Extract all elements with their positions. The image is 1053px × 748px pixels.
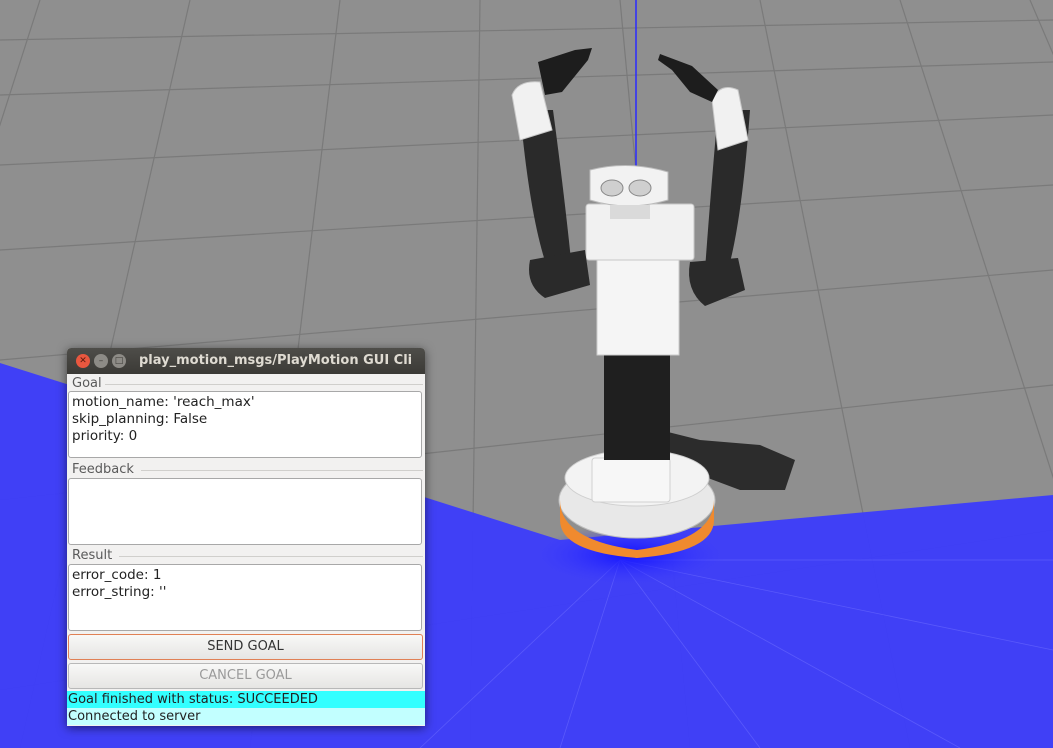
cancel-goal-button[interactable]: CANCEL GOAL	[68, 663, 423, 689]
window-titlebar[interactable]: ✕ – □ play_motion_msgs/PlayMotion GUI Cl…	[67, 348, 425, 374]
feedback-group-title: Feedback	[72, 462, 134, 477]
playmotion-gui-window[interactable]: ✕ – □ play_motion_msgs/PlayMotion GUI Cl…	[67, 348, 425, 726]
goal-line: skip_planning: False	[72, 411, 208, 427]
result-group-title: Result	[72, 548, 113, 563]
result-line: error_code: 1	[72, 567, 162, 583]
feedback-textbox[interactable]	[68, 478, 422, 545]
maximize-icon[interactable]: □	[112, 354, 126, 368]
send-goal-button[interactable]: SEND GOAL	[68, 634, 423, 660]
window-title: play_motion_msgs/PlayMotion GUI Cli	[139, 353, 413, 368]
connection-status-label: Connected to server	[67, 708, 425, 725]
goal-line: priority: 0	[72, 428, 138, 444]
result-line: error_string: ''	[72, 584, 167, 600]
goal-status-label: Goal finished with status: SUCCEEDED	[67, 691, 425, 708]
minimize-icon[interactable]: –	[94, 354, 108, 368]
close-icon[interactable]: ✕	[76, 354, 90, 368]
result-textbox[interactable]: error_code: 1 error_string: ''	[68, 564, 422, 631]
feedback-group-divider	[141, 470, 423, 471]
goal-group-title: Goal	[72, 376, 102, 391]
goal-line: motion_name: 'reach_max'	[72, 394, 255, 410]
result-group-divider	[119, 556, 423, 557]
goal-textbox[interactable]: motion_name: 'reach_max' skip_planning: …	[68, 391, 422, 458]
goal-group-divider	[105, 384, 423, 385]
